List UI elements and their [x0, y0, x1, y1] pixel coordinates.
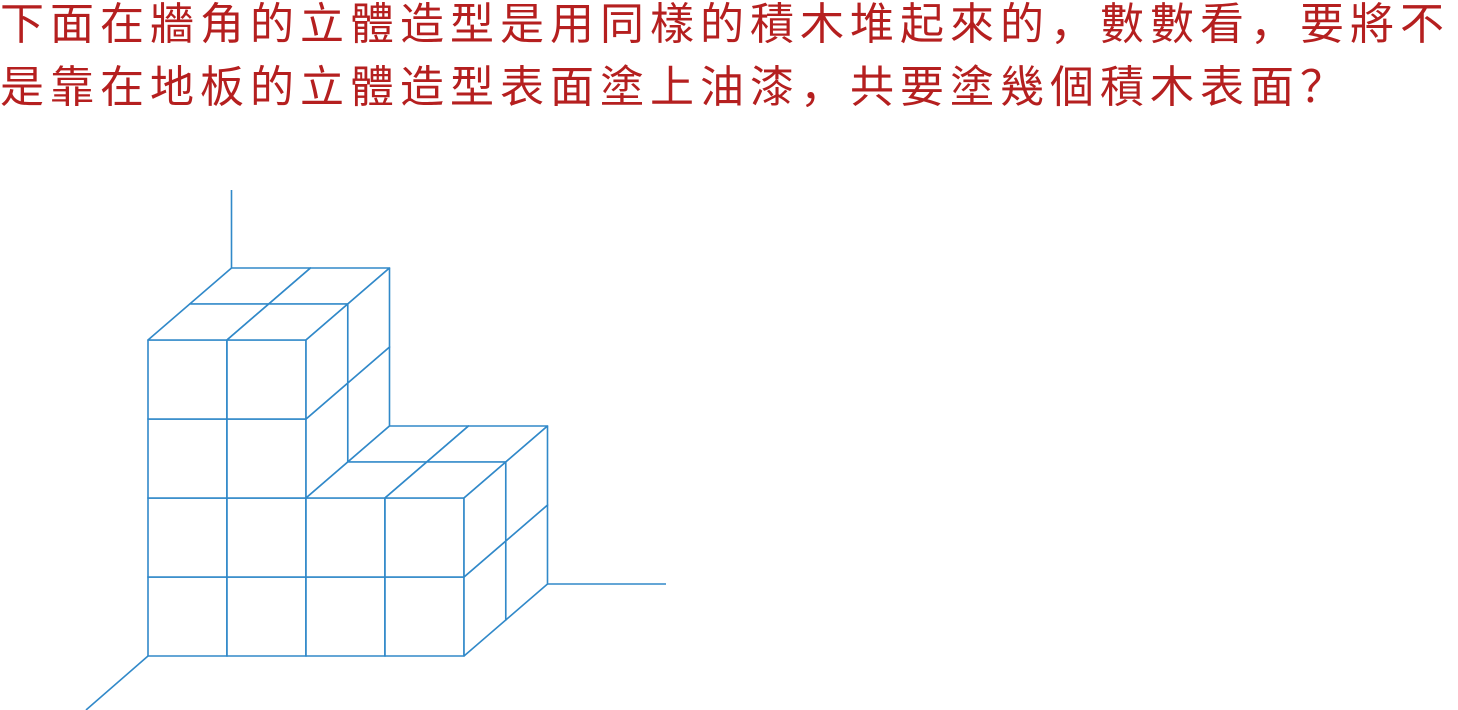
- cube-front-face: [147, 576, 228, 657]
- cube-stack-figure: [85, 190, 666, 710]
- cube-front-face: [226, 418, 307, 499]
- cube-front-face: [384, 576, 465, 657]
- cube-front-face: [226, 497, 307, 578]
- cube-front-face: [305, 576, 386, 657]
- cube-front-face: [384, 497, 465, 578]
- cube-front-face: [226, 576, 307, 657]
- floor-edge-left: [85, 655, 149, 710]
- cube-stack: [147, 267, 549, 657]
- cube-front-face: [226, 339, 307, 420]
- cube-front-face: [305, 497, 386, 578]
- cube-front-face: [147, 339, 228, 420]
- cube-front-face: [147, 497, 228, 578]
- cube-front-face: [147, 418, 228, 499]
